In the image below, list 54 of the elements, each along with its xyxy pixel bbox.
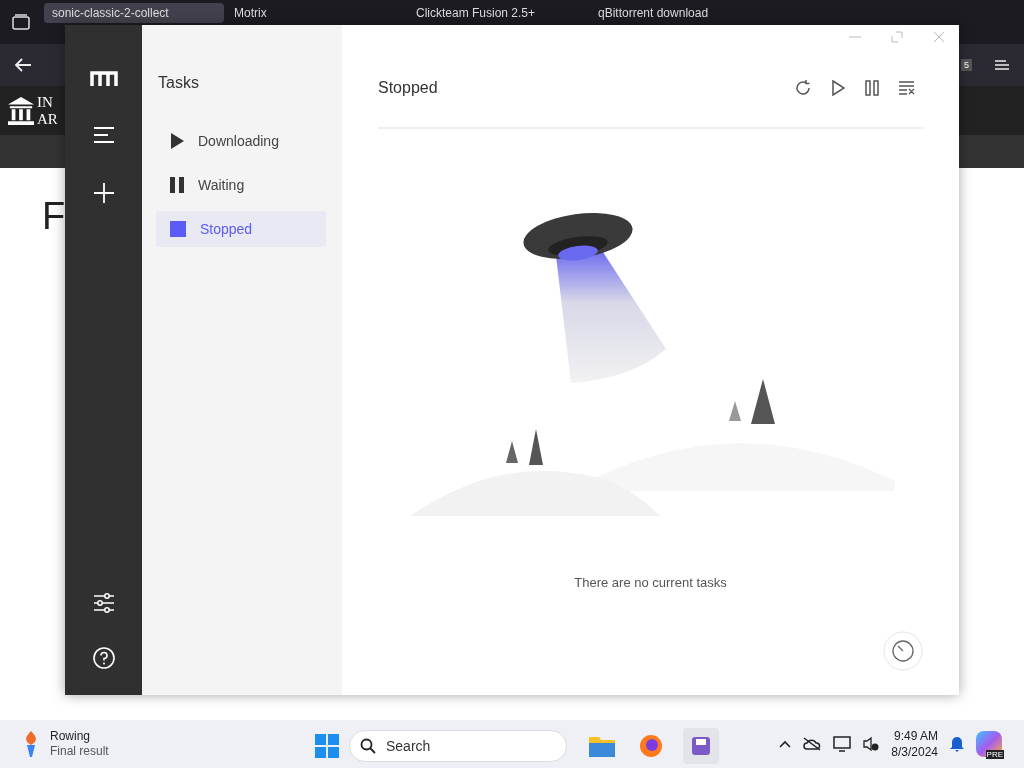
task-filter-item[interactable]: Waiting	[156, 167, 326, 203]
task-filter-item[interactable]: Stopped	[156, 211, 326, 247]
pause-icon	[170, 177, 184, 193]
settings-icon[interactable]	[92, 593, 115, 613]
speaker-muted-icon[interactable]	[863, 736, 880, 752]
taskbar-search-field[interactable]: Search	[349, 730, 567, 762]
app-logo-icon	[89, 71, 118, 87]
play-icon	[170, 133, 184, 149]
speedometer-icon[interactable]	[883, 631, 923, 671]
weather-subtitle: Final result	[50, 744, 109, 759]
browser-tab[interactable]: Clickteam Fusion 2.5+	[408, 3, 588, 23]
search-icon	[360, 738, 376, 754]
app-taskbar-icon[interactable]	[683, 728, 719, 764]
stop-icon	[170, 221, 186, 237]
add-icon[interactable]	[93, 183, 114, 203]
site-logo-text: IN	[37, 93, 54, 111]
tab-label: Motrix	[234, 5, 267, 22]
browser-tab[interactable]: qBittorrent download	[590, 3, 770, 23]
panel-title: Tasks	[158, 73, 200, 93]
clock-date: 8/3/2024	[891, 744, 938, 760]
extension-badge: 5	[961, 59, 972, 71]
main-title: Stopped	[378, 78, 438, 98]
folder-icon[interactable]	[589, 735, 615, 757]
bell-icon[interactable]	[950, 736, 964, 752]
pause-icon[interactable]	[865, 80, 879, 96]
tab-list-icon[interactable]	[12, 14, 30, 30]
search-placeholder: Search	[386, 736, 431, 756]
browser-icon[interactable]	[639, 734, 663, 758]
copilot-icon[interactable]: PRE	[976, 731, 1002, 757]
site-logo-text: AR	[37, 110, 58, 128]
tab-label: sonic-classic-2-collect	[52, 5, 169, 22]
play-icon[interactable]	[831, 80, 845, 96]
tab-label: Clickteam Fusion 2.5+	[416, 5, 536, 22]
back-icon[interactable]	[14, 58, 32, 72]
start-icon[interactable]	[315, 734, 339, 758]
monitor-icon[interactable]	[833, 736, 852, 752]
tab-label: qBittorrent download	[598, 5, 709, 22]
menu-icon[interactable]	[92, 127, 115, 143]
preview-badge: PRE	[985, 750, 1004, 759]
building-icon	[8, 95, 34, 126]
clock-time: 9:49 AM	[893, 728, 938, 744]
floppy-icon	[691, 736, 711, 756]
chevron-up-icon[interactable]	[779, 740, 792, 748]
menu-icon[interactable]	[994, 58, 1010, 72]
empty-message: There are no current tasks	[574, 574, 727, 592]
page-heading: F	[42, 195, 66, 237]
task-filter-item[interactable]: Downloading	[156, 123, 326, 159]
help-icon[interactable]	[92, 647, 115, 669]
clear-list-icon[interactable]	[899, 81, 915, 95]
browser-tab[interactable]: Motrix	[226, 3, 406, 23]
cloud-off-icon[interactable]	[803, 737, 822, 751]
weather-title: Rowing	[50, 729, 92, 744]
refresh-icon[interactable]	[795, 80, 811, 96]
browser-tab[interactable]: sonic-classic-2-collect	[44, 3, 224, 23]
